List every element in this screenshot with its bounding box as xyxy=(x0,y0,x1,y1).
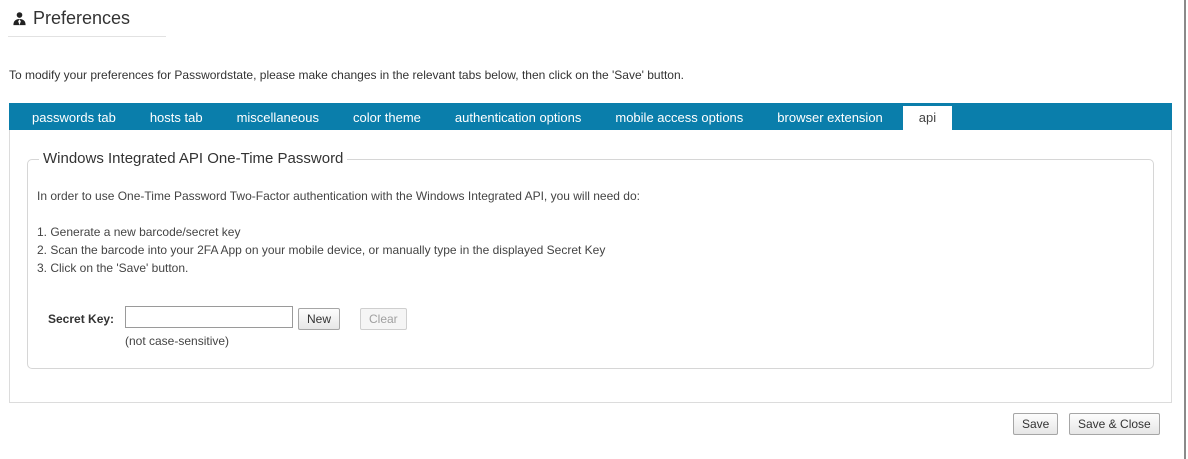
step-1: 1. Generate a new barcode/secret key xyxy=(37,225,241,239)
step-3: 3. Click on the 'Save' button. xyxy=(37,261,189,275)
title-divider xyxy=(8,36,166,37)
step-2: 2. Scan the barcode into your 2FA App on… xyxy=(37,243,606,257)
tab-color-theme[interactable]: color theme xyxy=(336,106,438,130)
tab-passwords[interactable]: passwords tab xyxy=(9,106,133,130)
tab-browser-extension[interactable]: browser extension xyxy=(760,106,900,130)
preferences-page: Preferences To modify your preferences f… xyxy=(0,0,1188,459)
save-button[interactable]: Save xyxy=(1013,413,1059,435)
save-close-button[interactable]: Save & Close xyxy=(1069,413,1160,435)
secret-key-hint: (not case-sensitive) xyxy=(125,334,230,348)
clear-button[interactable]: Clear xyxy=(360,308,407,330)
secret-key-label: Secret Key: xyxy=(48,312,115,326)
tab-authentication-options[interactable]: authentication options xyxy=(438,106,598,130)
user-group-icon xyxy=(13,12,26,26)
intro-text: To modify your preferences for Passwords… xyxy=(9,68,684,82)
tab-hosts[interactable]: hosts tab xyxy=(133,106,220,130)
description-text: In order to use One-Time Password Two-Fa… xyxy=(37,189,640,203)
preferences-tabbar: passwords tab hosts tab miscellaneous co… xyxy=(9,103,1172,130)
secret-key-input[interactable] xyxy=(125,306,293,328)
tab-api[interactable]: api xyxy=(902,106,953,130)
window-border xyxy=(1184,0,1186,459)
page-title: Preferences xyxy=(33,8,131,28)
tab-mobile-access-options[interactable]: mobile access options xyxy=(598,106,760,130)
page-header: Preferences xyxy=(12,8,130,29)
tab-miscellaneous[interactable]: miscellaneous xyxy=(220,106,336,130)
fieldset-legend: Windows Integrated API One-Time Password xyxy=(39,150,348,167)
new-button[interactable]: New xyxy=(298,308,341,330)
